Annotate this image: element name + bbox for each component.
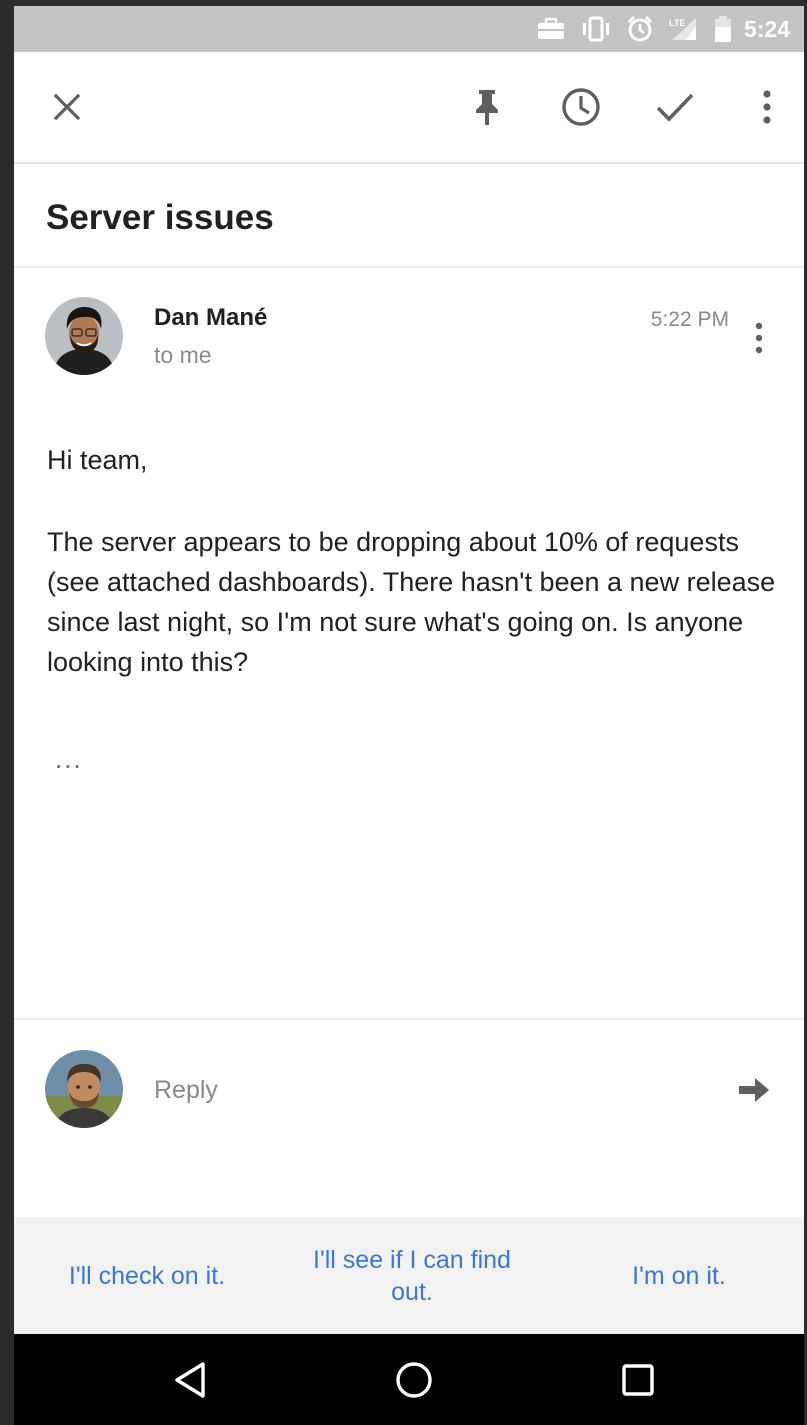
- pin-button[interactable]: [460, 80, 514, 134]
- show-trimmed-content-button[interactable]: ...: [55, 744, 83, 775]
- done-button[interactable]: [648, 80, 702, 134]
- alarm-icon: [626, 15, 654, 43]
- send-button[interactable]: [732, 1070, 776, 1110]
- battery-icon: [714, 15, 732, 43]
- svg-text:LTE: LTE: [669, 18, 685, 28]
- more-options-button[interactable]: [740, 80, 794, 134]
- user-avatar: [45, 1050, 123, 1128]
- recipient-label[interactable]: to me: [154, 342, 212, 369]
- forward-arrow-icon: [739, 1078, 769, 1102]
- recents-button[interactable]: [610, 1352, 666, 1408]
- status-time: 5:24: [743, 15, 790, 42]
- smart-reply-chip[interactable]: I'm on it.: [594, 1217, 764, 1334]
- email-greeting: Hi team,: [47, 445, 148, 475]
- reply-bar: Reply: [14, 1020, 804, 1216]
- recents-square-icon: [622, 1364, 654, 1396]
- briefcase-icon: [536, 17, 566, 41]
- system-navigation-bar: [14, 1334, 804, 1425]
- email-timestamp: 5:22 PM: [650, 308, 729, 331]
- smart-reply-bar: I'll check on it. I'll see if I can find…: [14, 1217, 804, 1334]
- email-subject: Server issues: [46, 198, 274, 237]
- snooze-icon: [562, 88, 600, 126]
- reply-input[interactable]: Reply: [154, 1076, 218, 1105]
- vibrate-icon: [580, 16, 612, 42]
- email-body-text: The server appears to be dropping about …: [47, 527, 776, 677]
- smart-reply-chip[interactable]: I'll check on it.: [44, 1217, 250, 1334]
- snooze-button[interactable]: [554, 80, 608, 134]
- sender-row[interactable]: Dan Mané to me 5:22 PM: [14, 268, 804, 388]
- home-circle-icon: [396, 1362, 432, 1398]
- email-toolbar: [14, 52, 804, 164]
- sender-avatar[interactable]: [45, 297, 123, 375]
- email-screen: LTE 5:24 Server issues Dan Mané to me 5:…: [0, 0, 807, 1425]
- device-bezel-left: [0, 0, 14, 1425]
- more-vert-icon: [763, 90, 771, 124]
- sender-name: Dan Mané: [154, 304, 268, 331]
- home-button[interactable]: [386, 1352, 442, 1408]
- back-button[interactable]: [162, 1352, 218, 1408]
- close-button[interactable]: [40, 80, 94, 134]
- more-vert-icon: [755, 322, 763, 354]
- back-triangle-icon: [175, 1362, 205, 1398]
- message-more-button[interactable]: [744, 318, 774, 358]
- lte-signal-icon: LTE: [668, 16, 700, 42]
- email-body: Hi team, The server appears to be droppi…: [47, 440, 787, 682]
- smart-reply-chip[interactable]: I'll see if I can find out.: [294, 1217, 530, 1334]
- pin-icon: [476, 90, 498, 125]
- close-icon: [53, 93, 81, 121]
- subject-header: Server issues: [14, 164, 804, 268]
- status-bar: LTE 5:24: [14, 6, 804, 52]
- done-icon: [656, 93, 694, 122]
